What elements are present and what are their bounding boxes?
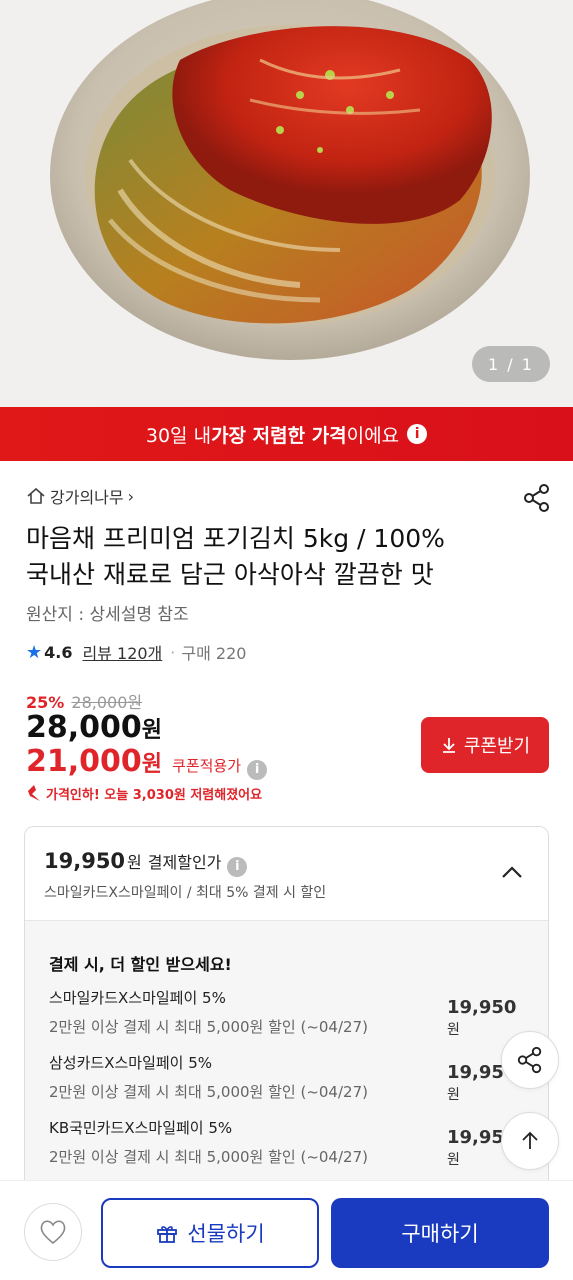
sale-price-amount: 28,000 (26, 710, 142, 745)
price-drop-text: 가격인하! 오늘 3,030원 저렴해졌어요 (46, 787, 263, 803)
review-link[interactable]: 리뷰 120개 (82, 640, 162, 664)
heart-icon (40, 1220, 66, 1245)
store-link[interactable]: 강가의나무 › (26, 484, 134, 508)
home-icon (27, 487, 45, 504)
star-icon: ★ (26, 641, 43, 663)
payment-price-label: 결제할인가 (147, 853, 222, 872)
purchase-count: 구매 220 (181, 644, 247, 663)
payment-discount-body: 결제 시, 더 할인 받으세요! 스마일카드X스마일페이 5% 2만원 이상 결… (25, 921, 548, 1195)
info-icon[interactable]: i (227, 856, 248, 877)
lowest-price-banner[interactable]: 30일 내 가장 저렴한 가격 이에요 i (0, 407, 573, 461)
rating-row: ★ 4.6 리뷰 120개 · 구매 220 (26, 640, 247, 664)
floating-share-button[interactable] (501, 1031, 559, 1089)
banner-text-pre: 30일 내 (145, 424, 212, 447)
origin-text: 원산지 : 상세설명 참조 (26, 605, 189, 625)
buy-button[interactable]: 구매하기 (331, 1198, 549, 1268)
scroll-top-button[interactable] (501, 1112, 559, 1170)
sale-price-unit: 원 (141, 718, 163, 743)
banner-text-post: 이에요 (346, 424, 400, 447)
price-down-arrow-icon (28, 785, 40, 801)
payment-discount-panel: 19,950 원 결제할인가 i 스마일카드X스마일페이 / 최대 5% 결제 … (24, 826, 549, 1196)
product-image[interactable]: 1 / 1 (0, 0, 573, 407)
rating-score: 4.6 (44, 642, 73, 662)
card-discount-item: 삼성카드X스마일페이 5% 2만원 이상 결제 시 최대 5,000원 할인 (… (49, 1052, 519, 1103)
card-discount-item: 스마일카드X스마일페이 5% 2만원 이상 결제 시 최대 5,000원 할인 … (49, 987, 519, 1038)
image-counter: 1 / 1 (472, 346, 550, 382)
payment-price-amount: 19,950 (44, 849, 126, 873)
payment-discount-header[interactable]: 19,950 원 결제할인가 i 스마일카드X스마일페이 / 최대 5% 결제 … (25, 827, 548, 921)
payment-price-unit: 원 (127, 853, 142, 872)
get-coupon-button[interactable]: 쿠폰받기 (421, 717, 549, 773)
coupon-price-unit: 원 (141, 752, 163, 777)
wishlist-button[interactable] (24, 1203, 82, 1261)
store-name: 강가의나무 (50, 488, 124, 507)
card-discount-item: KB국민카드X스마일페이 5% 2만원 이상 결제 시 최대 5,000원 할인… (49, 1117, 519, 1168)
coupon-price-label: 쿠폰적용가 (172, 757, 242, 775)
coupon-price: 21,000 원 쿠폰적용가 i (26, 744, 268, 780)
sale-price: 28,000원 (26, 710, 162, 745)
gift-label: 선물하기 (187, 1223, 265, 1246)
chevron-right-icon: › (127, 486, 135, 506)
gift-button[interactable]: 선물하기 (101, 1198, 319, 1268)
arrow-up-icon (522, 1131, 538, 1149)
price-drop-notice: 가격인하! 오늘 3,030원 저렴해졌어요 (26, 783, 262, 803)
gift-icon (157, 1226, 178, 1243)
product-title-line1: 마음채 프리미엄 포기김치 5kg / 100% (26, 524, 445, 553)
info-icon[interactable]: i (247, 759, 268, 780)
share-icon (517, 1046, 542, 1074)
coupon-price-amount: 21,000 (26, 744, 142, 779)
card-amount: 19,950원 (447, 997, 517, 1038)
share-icon[interactable] (522, 483, 552, 513)
product-title: 마음채 프리미엄 포기김치 5kg / 100% 국내산 재료로 담근 아삭아삭… (26, 521, 556, 593)
payment-discount-price: 19,950 원 결제할인가 i (44, 849, 248, 877)
buy-label: 구매하기 (401, 1223, 479, 1246)
separator-dot: · (170, 642, 176, 662)
bottom-action-bar: 선물하기 구매하기 (0, 1180, 573, 1280)
payment-discount-subtitle: 스마일카드X스마일페이 / 최대 5% 결제 시 할인 (44, 885, 327, 901)
download-icon (442, 738, 455, 753)
chevron-up-icon[interactable] (498, 859, 526, 887)
get-coupon-label: 쿠폰받기 (463, 736, 531, 756)
banner-text-bold: 가장 저렴한 가격 (211, 424, 347, 447)
payment-body-title: 결제 시, 더 할인 받으세요! (49, 955, 232, 974)
product-title-line2: 국내산 재료로 담근 아삭아삭 깔끔한 맛 (26, 560, 434, 589)
info-icon[interactable]: i (407, 424, 428, 444)
